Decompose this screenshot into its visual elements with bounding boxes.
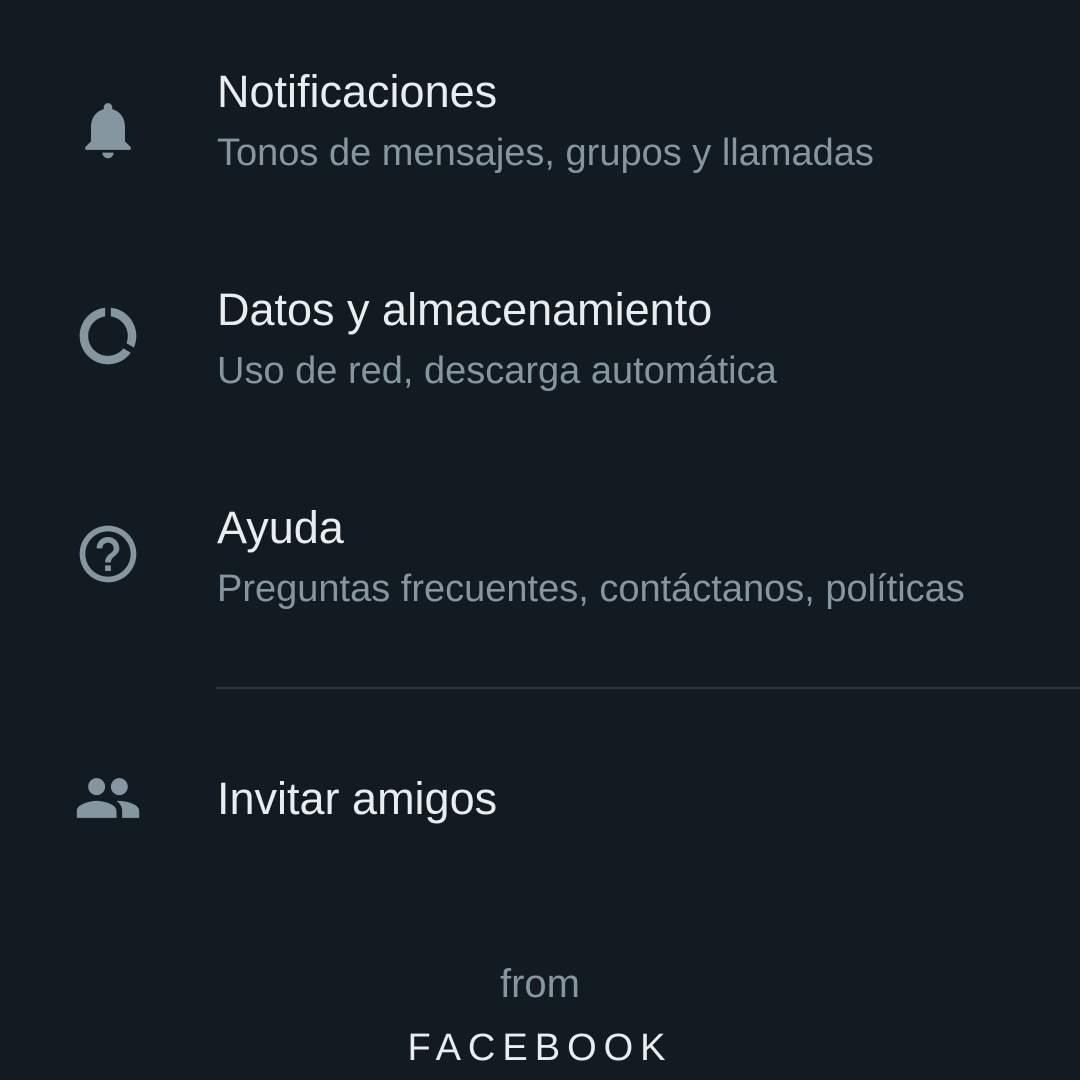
footer-brand-logo: FACEBOOK [407,1027,673,1069]
data-usage-icon [74,302,142,370]
settings-item-data-storage[interactable]: Datos y almacenamiento Uso de red, desca… [0,228,1080,446]
settings-item-title: Invitar amigos [217,773,498,824]
settings-item-subtitle: Preguntas frecuentes, contáctanos, polít… [217,568,965,610]
settings-item-invite-friends[interactable]: Invitar amigos [0,700,1080,900]
settings-item-subtitle: Tonos de mensajes, grupos y llamadas [217,132,874,174]
footer-from-label: from [500,962,580,1006]
help-icon [74,520,142,588]
bell-icon [74,96,142,164]
people-icon [74,764,142,832]
settings-item-title: Ayuda [217,502,344,553]
settings-item-subtitle: Uso de red, descarga automática [217,350,777,392]
settings-item-title: Datos y almacenamiento [217,284,713,335]
settings-item-help[interactable]: Ayuda Preguntas frecuentes, contáctanos,… [0,446,1080,664]
settings-item-title: Notificaciones [217,66,498,117]
section-divider [216,687,1080,689]
settings-item-notifications[interactable]: Notificaciones Tonos de mensajes, grupos… [0,10,1080,228]
